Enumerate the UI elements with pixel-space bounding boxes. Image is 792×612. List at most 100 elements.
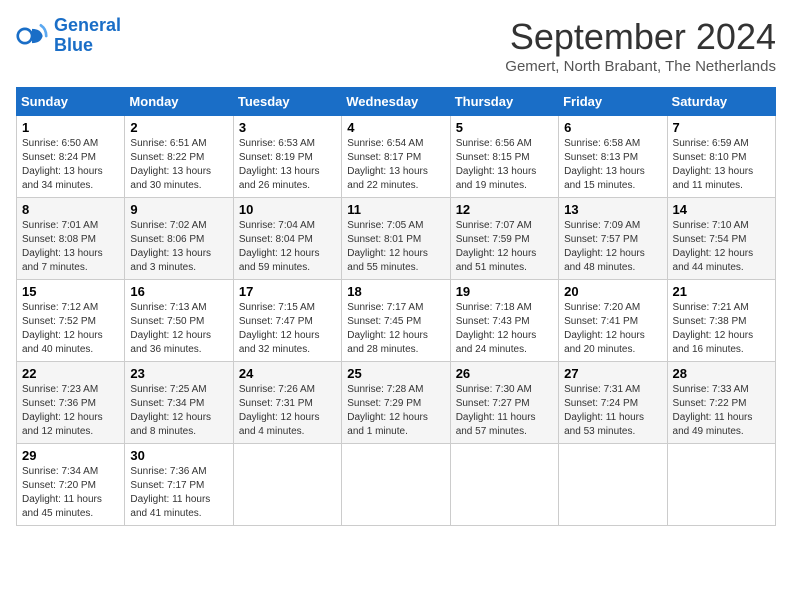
calendar-cell: 14 Sunrise: 7:10 AM Sunset: 7:54 PM Dayli… [667, 198, 775, 280]
calendar-cell [342, 444, 450, 526]
day-number: 13 [564, 202, 661, 217]
calendar-cell: 8 Sunrise: 7:01 AM Sunset: 8:08 PM Daylig… [17, 198, 125, 280]
day-info: Sunrise: 7:15 AM Sunset: 7:47 PM Dayligh… [239, 301, 336, 357]
calendar-cell: 21 Sunrise: 7:21 AM Sunset: 7:38 PM Dayli… [667, 280, 775, 362]
day-number: 11 [347, 202, 444, 217]
calendar-week-0: 1Sunrise: 6:50 AM Sunset: 8:24 PM Daylig… [17, 116, 776, 198]
day-number: 9 [130, 202, 227, 217]
day-info: Sunrise: 7:04 AM Sunset: 8:04 PM Dayligh… [239, 219, 336, 275]
calendar-cell: 22 Sunrise: 7:23 AM Sunset: 7:36 PM Dayli… [17, 362, 125, 444]
calendar-cell: 10 Sunrise: 7:04 AM Sunset: 8:04 PM Dayli… [233, 198, 341, 280]
calendar-cell: 29 Sunrise: 7:34 AM Sunset: 7:20 PM Dayli… [17, 444, 125, 526]
day-info: Sunrise: 7:18 AM Sunset: 7:43 PM Dayligh… [456, 301, 553, 357]
day-info: Sunrise: 7:33 AM Sunset: 7:22 PM Dayligh… [673, 383, 770, 439]
day-number: 3 [239, 120, 336, 135]
day-info: Sunrise: 7:30 AM Sunset: 7:27 PM Dayligh… [456, 383, 553, 439]
calendar-cell [233, 444, 341, 526]
calendar-week-3: 22 Sunrise: 7:23 AM Sunset: 7:36 PM Dayli… [17, 362, 776, 444]
day-number: 5 [456, 120, 553, 135]
day-header-monday: Monday [125, 88, 233, 116]
calendar-week-2: 15 Sunrise: 7:12 AM Sunset: 7:52 PM Dayli… [17, 280, 776, 362]
logo: General Blue [16, 16, 121, 56]
day-info: Sunrise: 7:28 AM Sunset: 7:29 PM Dayligh… [347, 383, 444, 439]
calendar-cell: 27Sunrise: 7:31 AM Sunset: 7:24 PM Dayli… [559, 362, 667, 444]
calendar-cell: 12Sunrise: 7:07 AM Sunset: 7:59 PM Dayli… [450, 198, 558, 280]
day-info: Sunrise: 7:36 AM Sunset: 7:17 PM Dayligh… [130, 465, 227, 521]
day-info: Sunrise: 7:21 AM Sunset: 7:38 PM Dayligh… [673, 301, 770, 357]
day-number: 10 [239, 202, 336, 217]
calendar-cell: 16 Sunrise: 7:13 AM Sunset: 7:50 PM Dayli… [125, 280, 233, 362]
day-number: 19 [456, 284, 553, 299]
calendar-cell [450, 444, 558, 526]
calendar-cell: 5 Sunrise: 6:56 AM Sunset: 8:15 PM Daylig… [450, 116, 558, 198]
calendar-cell: 25 Sunrise: 7:28 AM Sunset: 7:29 PM Dayli… [342, 362, 450, 444]
day-number: 21 [673, 284, 770, 299]
calendar-cell: 24 Sunrise: 7:26 AM Sunset: 7:31 PM Dayli… [233, 362, 341, 444]
day-header-saturday: Saturday [667, 88, 775, 116]
day-info: Sunrise: 7:34 AM Sunset: 7:20 PM Dayligh… [22, 465, 119, 521]
day-number: 22 [22, 366, 119, 381]
day-number: 2 [130, 120, 227, 135]
day-number: 23 [130, 366, 227, 381]
calendar-cell: 17 Sunrise: 7:15 AM Sunset: 7:47 PM Dayli… [233, 280, 341, 362]
calendar-cell: 1Sunrise: 6:50 AM Sunset: 8:24 PM Daylig… [17, 116, 125, 198]
calendar-subtitle: Gemert, North Brabant, The Netherlands [505, 58, 776, 75]
day-info: Sunrise: 7:09 AM Sunset: 7:57 PM Dayligh… [564, 219, 661, 275]
calendar-cell: 6 Sunrise: 6:58 AM Sunset: 8:13 PM Daylig… [559, 116, 667, 198]
calendar-cell: 23Sunrise: 7:25 AM Sunset: 7:34 PM Dayli… [125, 362, 233, 444]
day-number: 15 [22, 284, 119, 299]
calendar-table: SundayMondayTuesdayWednesdayThursdayFrid… [16, 87, 776, 526]
calendar-cell: 19 Sunrise: 7:18 AM Sunset: 7:43 PM Dayli… [450, 280, 558, 362]
day-info: Sunrise: 7:05 AM Sunset: 8:01 PM Dayligh… [347, 219, 444, 275]
day-number: 26 [456, 366, 553, 381]
day-number: 29 [22, 448, 119, 463]
calendar-week-4: 29 Sunrise: 7:34 AM Sunset: 7:20 PM Dayli… [17, 444, 776, 526]
calendar-cell: 9Sunrise: 7:02 AM Sunset: 8:06 PM Daylig… [125, 198, 233, 280]
day-number: 1 [22, 120, 119, 135]
calendar-header: SundayMondayTuesdayWednesdayThursdayFrid… [17, 88, 776, 116]
day-info: Sunrise: 6:58 AM Sunset: 8:13 PM Dayligh… [564, 137, 661, 193]
calendar-cell: 15 Sunrise: 7:12 AM Sunset: 7:52 PM Dayli… [17, 280, 125, 362]
day-number: 8 [22, 202, 119, 217]
day-number: 18 [347, 284, 444, 299]
day-info: Sunrise: 6:59 AM Sunset: 8:10 PM Dayligh… [673, 137, 770, 193]
calendar-cell [667, 444, 775, 526]
day-number: 16 [130, 284, 227, 299]
logo-text: General Blue [54, 16, 121, 56]
day-number: 17 [239, 284, 336, 299]
day-info: Sunrise: 7:13 AM Sunset: 7:50 PM Dayligh… [130, 301, 227, 357]
day-info: Sunrise: 7:12 AM Sunset: 7:52 PM Dayligh… [22, 301, 119, 357]
day-number: 25 [347, 366, 444, 381]
calendar-cell: 26 Sunrise: 7:30 AM Sunset: 7:27 PM Dayli… [450, 362, 558, 444]
day-number: 30 [130, 448, 227, 463]
calendar-cell: 13 Sunrise: 7:09 AM Sunset: 7:57 PM Dayli… [559, 198, 667, 280]
day-number: 20 [564, 284, 661, 299]
day-info: Sunrise: 7:17 AM Sunset: 7:45 PM Dayligh… [347, 301, 444, 357]
day-info: Sunrise: 6:56 AM Sunset: 8:15 PM Dayligh… [456, 137, 553, 193]
day-number: 7 [673, 120, 770, 135]
calendar-cell: 18 Sunrise: 7:17 AM Sunset: 7:45 PM Dayli… [342, 280, 450, 362]
day-info: Sunrise: 7:01 AM Sunset: 8:08 PM Dayligh… [22, 219, 119, 275]
day-number: 24 [239, 366, 336, 381]
calendar-week-1: 8 Sunrise: 7:01 AM Sunset: 8:08 PM Daylig… [17, 198, 776, 280]
day-number: 12 [456, 202, 553, 217]
day-header-sunday: Sunday [17, 88, 125, 116]
calendar-cell: 28Sunrise: 7:33 AM Sunset: 7:22 PM Dayli… [667, 362, 775, 444]
day-info: Sunrise: 7:23 AM Sunset: 7:36 PM Dayligh… [22, 383, 119, 439]
calendar-title: September 2024 [505, 16, 776, 58]
day-number: 14 [673, 202, 770, 217]
day-info: Sunrise: 6:51 AM Sunset: 8:22 PM Dayligh… [130, 137, 227, 193]
calendar-cell: 7 Sunrise: 6:59 AM Sunset: 8:10 PM Daylig… [667, 116, 775, 198]
day-info: Sunrise: 6:53 AM Sunset: 8:19 PM Dayligh… [239, 137, 336, 193]
day-info: Sunrise: 6:54 AM Sunset: 8:17 PM Dayligh… [347, 137, 444, 193]
day-info: Sunrise: 7:10 AM Sunset: 7:54 PM Dayligh… [673, 219, 770, 275]
day-info: Sunrise: 7:26 AM Sunset: 7:31 PM Dayligh… [239, 383, 336, 439]
calendar-cell [559, 444, 667, 526]
day-header-wednesday: Wednesday [342, 88, 450, 116]
day-number: 4 [347, 120, 444, 135]
page-header: General Blue September 2024 Gemert, Nort… [16, 16, 776, 75]
calendar-cell: 20Sunrise: 7:20 AM Sunset: 7:41 PM Dayli… [559, 280, 667, 362]
day-header-thursday: Thursday [450, 88, 558, 116]
calendar-cell: 2 Sunrise: 6:51 AM Sunset: 8:22 PM Daylig… [125, 116, 233, 198]
day-number: 6 [564, 120, 661, 135]
